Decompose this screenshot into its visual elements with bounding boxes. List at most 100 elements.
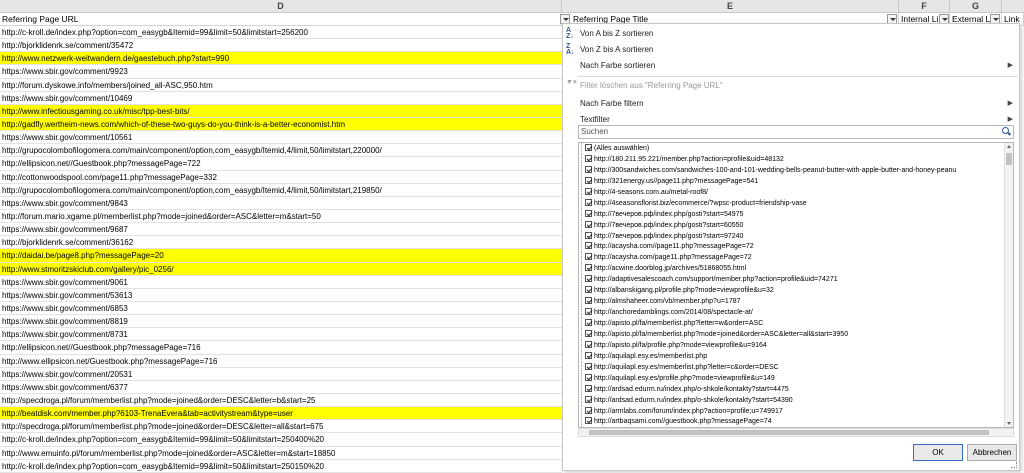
table-row[interactable]: http://daidai.be/page8.php?messagePage=2…: [0, 249, 562, 263]
checkbox-checked-icon[interactable]: [585, 406, 592, 414]
filter-list-item[interactable]: http://7вечеров.рф/index.php/gosti?start…: [579, 230, 1013, 242]
scroll-thumb[interactable]: [1006, 153, 1012, 165]
filter-list-item[interactable]: http://adaptivesalescoach.com/support/me…: [579, 274, 1013, 286]
filter-list-item[interactable]: http://ardsad.edurm.ru/index.php/o-shkol…: [579, 394, 1013, 406]
table-row[interactable]: http://c-kroll.de/index.php?option=com_e…: [0, 26, 562, 40]
table-row[interactable]: https://www.sbir.gov/comment/8731: [0, 328, 562, 342]
ok-button[interactable]: OK: [913, 444, 963, 461]
checkbox-checked-icon[interactable]: [585, 384, 592, 392]
filter-list-item[interactable]: http://ardsad.edurm.ru/index.php/o-shkol…: [579, 383, 1013, 395]
filter-search-input[interactable]: Suchen: [578, 125, 1014, 139]
header-referring-page-url[interactable]: Referring Page URL: [0, 13, 562, 26]
table-row[interactable]: https://www.sbir.gov/comment/10561: [0, 131, 562, 145]
scroll-thumb[interactable]: [589, 430, 989, 435]
filter-list-item[interactable]: http://apisto.pl/fa/memberlist.php?mode=…: [579, 328, 1013, 340]
filter-list-item[interactable]: http://aquilapl.esy.es/memberlist.php: [579, 350, 1013, 362]
table-row[interactable]: http://www.emuinfo.pl/forum/memberlist.p…: [0, 447, 562, 460]
resize-grip-icon[interactable]: [1011, 462, 1017, 468]
table-row[interactable]: http://www.stmoritzskiclub.com/gallery/p…: [0, 262, 562, 276]
checkbox-checked-icon[interactable]: [585, 319, 592, 326]
table-row[interactable]: http://c-kroll.de/index.php?option=com_e…: [0, 460, 562, 473]
table-row[interactable]: http://forum.dyskowe.info/members/joined…: [0, 79, 562, 92]
filter-list-item[interactable]: http://armlabs.com/forum/index.php?actio…: [579, 405, 1013, 417]
list-vertical-scrollbar[interactable]: [1004, 143, 1013, 427]
menu-sort-by-color[interactable]: Nach Farbe sortieren ▶: [563, 58, 1019, 74]
checkbox-checked-icon[interactable]: [585, 187, 592, 195]
table-row[interactable]: http://www.netzwerk-weitwandern.de/gaest…: [0, 52, 562, 66]
table-row[interactable]: https://www.sbir.gov/comment/53613: [0, 289, 562, 302]
filter-list-item[interactable]: http://apisto.pl/fa/memberlist.php?lette…: [579, 318, 1013, 329]
checkbox-checked-icon[interactable]: [585, 198, 592, 206]
checkbox-checked-icon[interactable]: [585, 144, 592, 151]
table-row[interactable]: https://www.sbir.gov/comment/9061: [0, 276, 562, 289]
filter-list-item[interactable]: http://almshaheer.com/vb/member.php?u=17…: [579, 296, 1013, 308]
table-row[interactable]: http://forum.mario.xgame.pl/memberlist.p…: [0, 210, 562, 224]
filter-list-item[interactable]: http://321energy.us//page11.php?messageP…: [579, 175, 1013, 187]
filter-list-item[interactable]: http://7вечеров.рф/index.php/gosti?start…: [579, 208, 1013, 220]
table-row[interactable]: https://www.sbir.gov/comment/9687: [0, 223, 562, 237]
table-row[interactable]: http://bjorklidenrk.se/comment/36162: [0, 236, 562, 250]
table-row[interactable]: http://grupocolombofilogomera.com/main/c…: [0, 184, 562, 197]
table-row[interactable]: https://www.sbir.gov/comment/8819: [0, 315, 562, 329]
menu-sort-z-to-a[interactable]: Z A↓ Von Z bis A sortieren: [563, 42, 1019, 58]
filter-list-item[interactable]: http://acwine.doorblog.jp/archives/51868…: [579, 263, 1013, 275]
table-row[interactable]: https://www.sbir.gov/comment/9843: [0, 197, 562, 210]
column-letter-g[interactable]: G: [950, 0, 1002, 13]
table-row[interactable]: http://ellipsicon.net//Guestbook.php?mes…: [0, 341, 562, 355]
checkbox-checked-icon[interactable]: [585, 373, 592, 381]
table-row[interactable]: http://cottonwoodspool.com/page11.php?me…: [0, 171, 562, 184]
filter-list-item[interactable]: http://4seasonsflorist.biz/ecommerce/?wp…: [579, 197, 1013, 209]
checkbox-checked-icon[interactable]: [585, 242, 592, 250]
scroll-up-icon[interactable]: [1007, 145, 1011, 148]
menu-filter-by-color[interactable]: Nach Farbe filtern ▶: [563, 96, 1019, 112]
table-row[interactable]: http://gadfly.wertheim-news.com/which-of…: [0, 117, 562, 132]
table-row[interactable]: http://grupocolombofilogomera.com/main/c…: [0, 144, 562, 158]
table-row[interactable]: https://www.sbir.gov/comment/20531: [0, 368, 562, 381]
checkbox-checked-icon[interactable]: [585, 395, 592, 403]
table-row[interactable]: https://www.sbir.gov/comment/6853: [0, 302, 562, 316]
checkbox-checked-icon[interactable]: [585, 253, 592, 261]
column-letter-f[interactable]: F: [899, 0, 950, 13]
table-row[interactable]: http://beatdisk.com/member.php?6103-Tren…: [0, 407, 562, 421]
checkbox-checked-icon[interactable]: [585, 286, 592, 294]
scroll-down-icon[interactable]: [1007, 422, 1011, 425]
checkbox-checked-icon[interactable]: [585, 351, 592, 359]
table-row[interactable]: http://specdroga.pl/forum/memberlist.php…: [0, 394, 562, 408]
table-row[interactable]: http://bjorklidenrk.se/comment/35472: [0, 39, 562, 53]
table-row[interactable]: http://ellipsicon.net//Guestbook.php?mes…: [0, 157, 562, 171]
column-letter-e[interactable]: E: [562, 0, 899, 13]
checkbox-checked-icon[interactable]: [585, 264, 592, 272]
filter-list-item[interactable]: http://aquilapl.esy.es/profile.php?mode=…: [579, 372, 1013, 384]
filter-list-item[interactable]: http://acaysha.com//page11.php?messagePa…: [579, 241, 1013, 253]
filter-list-item[interactable]: http://artbaqsami.com//guestbook.php?mes…: [579, 416, 1013, 427]
checkbox-checked-icon[interactable]: [585, 362, 592, 370]
filter-list-item[interactable]: http://albanskigang.pl/profile.php?mode=…: [579, 285, 1013, 297]
filter-select-all[interactable]: (Alles auswählen): [579, 143, 1013, 154]
checkbox-checked-icon[interactable]: [585, 209, 592, 217]
checkbox-checked-icon[interactable]: [585, 220, 592, 228]
checkbox-checked-icon[interactable]: [585, 417, 592, 425]
filter-list-item[interactable]: http://aquilapl.esy.es/memberlist.php?le…: [579, 361, 1013, 373]
filter-list-item[interactable]: http://acaysha.com/page11.php?messagePag…: [579, 252, 1013, 264]
table-row[interactable]: http://www.infectiousgaming.co.uk/misc/t…: [0, 104, 562, 118]
checkbox-checked-icon[interactable]: [585, 275, 592, 283]
column-letter-d[interactable]: D: [0, 0, 562, 13]
cancel-button[interactable]: Abbrechen: [967, 444, 1017, 461]
checkbox-checked-icon[interactable]: [585, 329, 592, 337]
filter-list-item[interactable]: http://300sandwiches.com/sandwiches-100-…: [579, 164, 1013, 176]
filter-list-item[interactable]: http://anchoredamblings.com/2014/08/spec…: [579, 307, 1013, 318]
table-row[interactable]: http://specdroga.pl/forum/memberlist.php…: [0, 420, 562, 434]
table-row[interactable]: https://www.sbir.gov/comment/9923: [0, 65, 562, 79]
table-row[interactable]: https://www.sbir.gov/comment/6377: [0, 381, 562, 394]
filter-list-item[interactable]: http://4-seasons.com.au/metal-roof8/: [579, 186, 1013, 198]
menu-sort-a-to-z[interactable]: A Z↓ Von A bis Z sortieren: [563, 26, 1019, 42]
checkbox-checked-icon[interactable]: [585, 165, 592, 173]
checkbox-checked-icon[interactable]: [585, 297, 592, 305]
checkbox-checked-icon[interactable]: [585, 176, 592, 184]
checkbox-checked-icon[interactable]: [585, 308, 592, 316]
checkbox-checked-icon[interactable]: [585, 154, 592, 162]
filter-list-item[interactable]: http://180.211.95.221/member.php?action=…: [579, 153, 1013, 165]
table-row[interactable]: http://www.ellipsicon.net/Guestbook.php?…: [0, 355, 562, 368]
checkbox-checked-icon[interactable]: [585, 340, 592, 348]
filter-list-item[interactable]: http://apisto.pl/fa/profile.php?mode=vie…: [579, 339, 1013, 351]
